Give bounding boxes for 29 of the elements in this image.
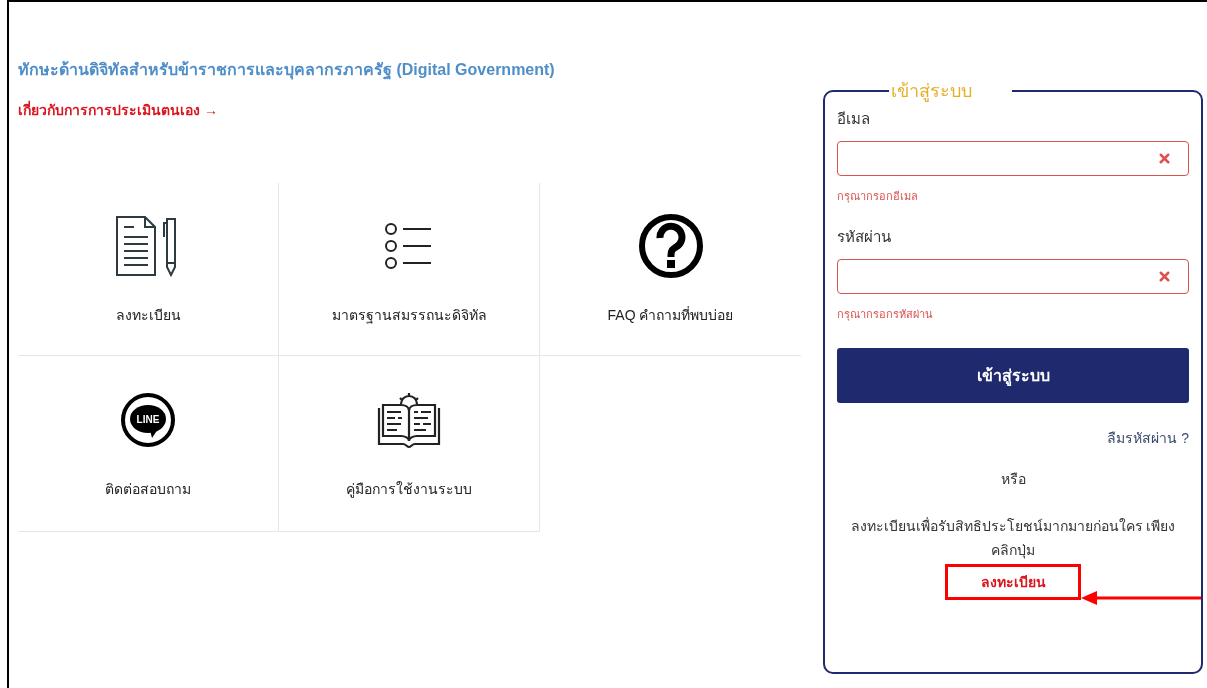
about-link[interactable]: เกี่ยวกับการการประเมินตนเอง →	[18, 100, 218, 121]
open-book-gear-icon	[376, 391, 442, 449]
register-prompt: ลงทะเบียนเพื่อรับสิทธิประโยชน์มากมายก่อนใคร เพียงคลิกปุ่ม	[849, 516, 1177, 561]
menu-tile[interactable]: คู่มือการใช้งานระบบ	[279, 356, 540, 532]
close-icon[interactable]	[1157, 268, 1172, 284]
question-circle-icon	[637, 212, 704, 279]
input-field[interactable]	[837, 140, 1189, 176]
menu-tile[interactable]: LINE ติดต่อสอบถาม	[18, 356, 279, 532]
menu-label: ติดต่อสอบถาม	[105, 480, 191, 499]
field-label: รหัสผ่าน	[837, 227, 892, 247]
login-button[interactable]: เข้าสู่ระบบ	[837, 348, 1189, 403]
error-message: กรุณากรอกอีเมล	[837, 188, 919, 204]
menu-label: ลงทะเบียน	[115, 305, 181, 325]
register-link[interactable]: ลงทะเบียน	[945, 564, 1081, 600]
close-icon[interactable]	[1157, 150, 1172, 166]
input-field[interactable]	[837, 258, 1189, 294]
menu-label: คู่มือการใช้งานระบบ	[346, 480, 472, 500]
page-title: ทักษะด้านดิจิทัลสำหรับข้าราชการและบุคลากรภาครัฐ (Digital Government)	[18, 60, 556, 82]
chat-bubble-logo-icon: LINE	[120, 392, 176, 448]
menu-label: มาตรฐานสมรรถนะดิจิทัล	[331, 305, 487, 326]
menu-label: FAQ คำถามที่พบบ่อย	[607, 305, 734, 325]
menu-tile[interactable]: FAQ คำถามที่พบบ่อย	[540, 183, 801, 356]
forgot-password-link[interactable]: ลืมรหัสผ่าน ?	[1107, 428, 1189, 449]
menu-tile[interactable]: มาตรฐานสมรรถนะดิจิทัล	[279, 183, 540, 356]
list-icon	[384, 220, 434, 271]
field-label: อีเมล	[837, 109, 871, 129]
error-message: กรุณากรอกรหัสผ่าน	[837, 306, 934, 322]
menu-tile[interactable]: ลงทะเบียน	[18, 183, 279, 356]
or-text: หรือ	[1000, 470, 1026, 489]
